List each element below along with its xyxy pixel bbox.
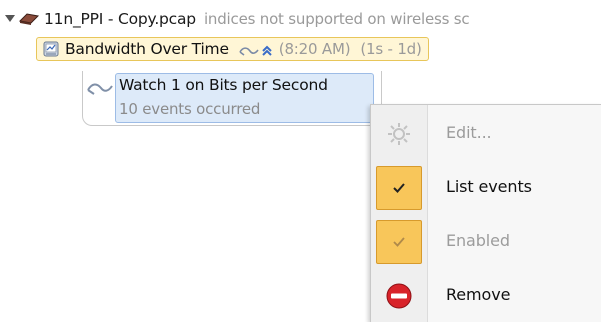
menu-item-label: Edit...: [446, 123, 492, 142]
node-range: (1s - 1d): [360, 40, 422, 58]
menu-item-edit[interactable]: Edit...: [371, 109, 601, 159]
watch-icon: [239, 43, 259, 56]
check-icon: [376, 220, 422, 264]
watch-events-count: 10 events occurred: [119, 100, 261, 118]
menu-item-label: Remove: [446, 285, 511, 304]
watch-title: Watch 1 on Bits per Second: [119, 76, 328, 94]
context-menu: Edit... List events Enabled Remove: [370, 104, 601, 322]
tree-file-row[interactable]: 11n_PPI - Copy.pcap indices not supporte…: [4, 8, 470, 30]
watch-item[interactable]: Watch 1 on Bits per Second 10 events occ…: [82, 71, 382, 129]
bandwidth-node[interactable]: Bandwidth Over Time (8:20 AM) (1s - 1d): [36, 37, 429, 61]
collapse-arrow-icon[interactable]: [4, 13, 16, 25]
watch-icon: [86, 79, 114, 97]
watch-selected-label[interactable]: Watch 1 on Bits per Second 10 events occ…: [115, 73, 374, 123]
file-name: 11n_PPI - Copy.pcap: [44, 10, 196, 28]
file-note: indices not supported on wireless sc: [203, 10, 470, 28]
menu-item-label: Enabled: [446, 231, 510, 250]
chevron-up-icon: [261, 43, 273, 56]
check-icon: [376, 166, 422, 210]
gear-icon: [376, 112, 422, 156]
capture-file-icon: [18, 12, 40, 26]
menu-item-remove[interactable]: Remove: [371, 271, 601, 321]
node-time: (8:20 AM): [278, 40, 351, 58]
node-title: Bandwidth Over Time: [65, 40, 229, 58]
remove-icon: [376, 274, 422, 318]
graph-node-icon: [43, 41, 59, 57]
menu-item-enabled[interactable]: Enabled: [371, 217, 601, 267]
menu-item-list-events[interactable]: List events: [371, 163, 601, 213]
menu-item-label: List events: [446, 177, 532, 196]
